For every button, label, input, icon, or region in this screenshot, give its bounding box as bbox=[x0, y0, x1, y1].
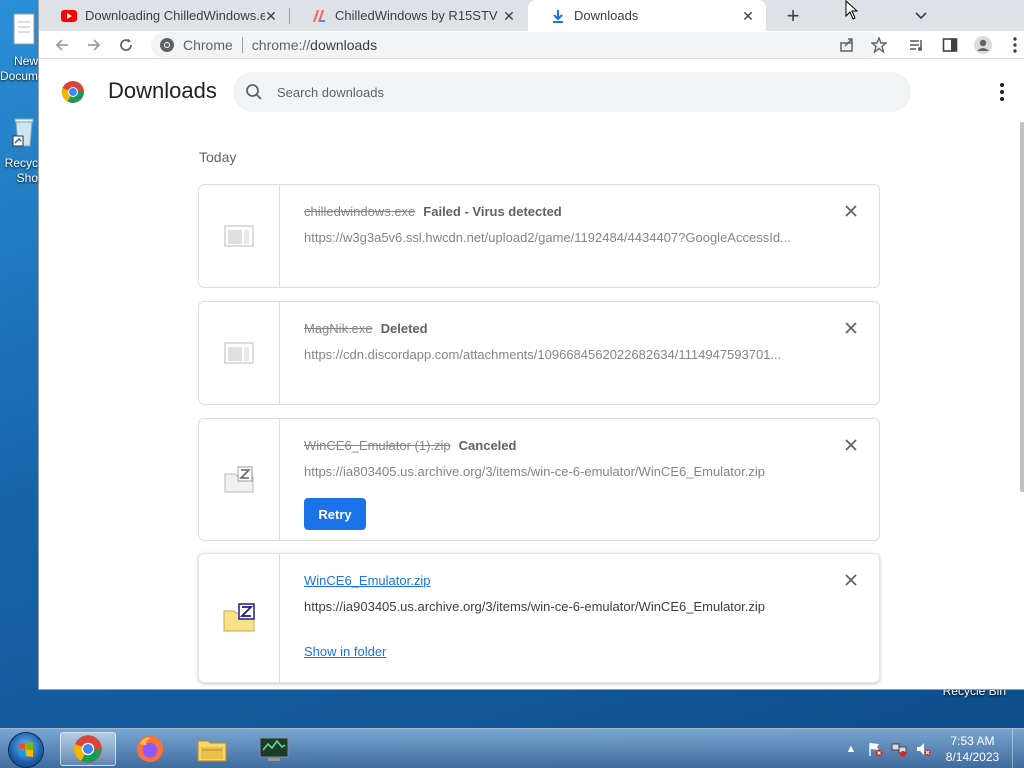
download-url[interactable]: https://ia803405.us.archive.org/3/items/… bbox=[304, 464, 804, 479]
file-explorer-icon bbox=[197, 740, 227, 762]
new-tab-button[interactable]: + bbox=[779, 0, 807, 31]
scrollbar[interactable] bbox=[1020, 122, 1024, 492]
download-item-failed: chilledwindows.exe Failed - Virus detecte… bbox=[198, 184, 880, 288]
site-name: Chrome bbox=[183, 37, 233, 53]
taskbar-chrome[interactable] bbox=[60, 732, 116, 766]
profile-avatar-icon[interactable] bbox=[972, 34, 994, 56]
remove-close-icon[interactable] bbox=[843, 572, 859, 588]
address-bar[interactable]: Chrome chrome://downloads bbox=[151, 32, 881, 58]
chrome-window: Downloading ChilledWindows.exe ✕ Chilled… bbox=[38, 0, 1024, 690]
clock-date: 8/14/2023 bbox=[945, 750, 1000, 764]
download-status: Deleted bbox=[380, 321, 428, 336]
share-icon[interactable] bbox=[836, 34, 858, 56]
chrome-menu-icon[interactable] bbox=[1004, 34, 1024, 56]
download-item-deleted: MagNik.exe Deleted https://cdn.discordapp… bbox=[198, 301, 880, 405]
itchio-icon bbox=[311, 8, 327, 24]
firefox-icon bbox=[136, 735, 164, 763]
download-filename: chilledwindows.exe Failed - Virus detecte… bbox=[304, 204, 562, 219]
desktop-icon-label: Sho bbox=[16, 171, 38, 185]
download-item-canceled: WinCE6_Emulator (1).zip Canceled https://… bbox=[198, 418, 880, 541]
tab-search-chevron-icon[interactable] bbox=[909, 0, 933, 31]
clock-time: 7:53 AM bbox=[950, 734, 995, 748]
download-filename: WinCE6_Emulator (1).zip Canceled bbox=[304, 438, 517, 453]
windows-logo-icon bbox=[19, 742, 33, 757]
remove-close-icon[interactable] bbox=[843, 203, 859, 219]
taskbar-firefox[interactable] bbox=[122, 732, 178, 766]
zip-folder-icon bbox=[223, 603, 255, 632]
show-hidden-icons-chevron-icon[interactable]: ▲ bbox=[842, 740, 860, 758]
file-icon-column bbox=[199, 185, 280, 287]
tab-title: Downloading ChilledWindows.exe bbox=[85, 8, 265, 23]
file-icon-column bbox=[199, 419, 280, 540]
bookmark-star-icon[interactable] bbox=[868, 34, 890, 56]
search-downloads-box[interactable] bbox=[233, 72, 911, 112]
page-title: Downloads bbox=[108, 78, 217, 103]
action-center-flag-icon[interactable] bbox=[866, 740, 884, 758]
remove-close-icon[interactable] bbox=[843, 320, 859, 336]
taskbar: ▲ 7:53 AM 8/14/2023 bbox=[0, 728, 1024, 768]
tab-itchio[interactable]: ChilledWindows by R15STV ✕ bbox=[289, 0, 527, 31]
recycle-bin-icon bbox=[12, 118, 34, 147]
download-status: Failed - Virus detected bbox=[423, 204, 562, 219]
youtube-icon bbox=[61, 8, 77, 24]
file-icon-column bbox=[199, 302, 280, 404]
volume-muted-icon[interactable] bbox=[914, 740, 932, 758]
desktop-icon-label: Docum bbox=[0, 69, 39, 83]
omnibox-divider bbox=[241, 37, 243, 53]
toolbar: Chrome chrome://downloads bbox=[39, 31, 1024, 59]
download-icon bbox=[550, 8, 566, 24]
download-item-complete: WinCE6_Emulator.zip https://ia903405.us.… bbox=[198, 553, 880, 683]
chrome-icon bbox=[74, 735, 102, 763]
download-url[interactable]: https://w3g3a5v6.ssl.hwcdn.net/upload2/g… bbox=[304, 230, 804, 245]
back-arrow-icon[interactable] bbox=[51, 34, 73, 56]
downloads-page: Downloads Today chilledwindows.e bbox=[39, 60, 1024, 689]
zip-file-icon bbox=[224, 466, 254, 492]
taskbar-monitor-app[interactable] bbox=[246, 732, 302, 766]
generic-file-icon bbox=[224, 225, 254, 247]
retry-button[interactable]: Retry bbox=[304, 498, 366, 530]
show-desktop-button[interactable] bbox=[1012, 729, 1024, 768]
search-input[interactable] bbox=[277, 84, 837, 100]
show-in-folder-link[interactable]: Show in folder bbox=[304, 644, 386, 659]
tab-title: Downloads bbox=[574, 8, 639, 23]
tab-youtube[interactable]: Downloading ChilledWindows.exe ✕ bbox=[39, 0, 289, 31]
remove-close-icon[interactable] bbox=[843, 437, 859, 453]
chrome-logo-icon bbox=[61, 81, 84, 103]
url-text: chrome://downloads bbox=[251, 37, 378, 53]
taskbar-file-explorer[interactable] bbox=[184, 732, 240, 766]
close-icon[interactable]: ✕ bbox=[740, 8, 756, 24]
close-icon[interactable]: ✕ bbox=[501, 8, 517, 24]
monitor-app-icon bbox=[259, 737, 289, 761]
desktop-icon-new-document[interactable]: New Docum bbox=[0, 12, 38, 84]
close-icon[interactable]: ✕ bbox=[263, 8, 279, 24]
downloads-header: Downloads bbox=[39, 60, 1024, 122]
tab-downloads[interactable]: Downloads ✕ bbox=[528, 0, 766, 31]
system-tray: ▲ bbox=[842, 729, 932, 768]
search-icon[interactable] bbox=[245, 83, 263, 101]
chrome-icon bbox=[160, 38, 174, 52]
desktop-icon-label: Recyc bbox=[4, 156, 38, 170]
mouse-cursor-icon bbox=[845, 0, 859, 20]
desktop-icon-label: New bbox=[13, 54, 38, 68]
reload-icon[interactable] bbox=[115, 34, 137, 56]
desktop-icon-recycle-shortcut[interactable]: Recyc Sho bbox=[0, 114, 38, 186]
media-controls-icon[interactable] bbox=[906, 34, 928, 56]
start-button[interactable] bbox=[8, 732, 44, 768]
system-clock[interactable]: 7:53 AM 8/14/2023 bbox=[935, 733, 1010, 765]
download-status: Canceled bbox=[458, 438, 517, 453]
date-heading: Today bbox=[199, 149, 237, 165]
forward-arrow-icon[interactable] bbox=[83, 34, 105, 56]
side-panel-icon[interactable] bbox=[939, 34, 961, 56]
file-icon-column bbox=[199, 554, 280, 682]
document-icon bbox=[13, 13, 35, 45]
tab-strip: Downloading ChilledWindows.exe ✕ Chilled… bbox=[39, 0, 1024, 31]
download-url[interactable]: https://ia903405.us.archive.org/3/items/… bbox=[304, 599, 804, 614]
downloaded-file-link[interactable]: WinCE6_Emulator.zip bbox=[304, 573, 430, 588]
generic-file-icon bbox=[224, 342, 254, 364]
network-icon[interactable] bbox=[890, 740, 908, 758]
download-url[interactable]: https://cdn.discordapp.com/attachments/1… bbox=[304, 347, 804, 362]
download-filename: MagNik.exe Deleted bbox=[304, 321, 428, 336]
tab-title: ChilledWindows by R15STV bbox=[335, 8, 498, 23]
more-actions-icon[interactable] bbox=[994, 80, 1010, 104]
